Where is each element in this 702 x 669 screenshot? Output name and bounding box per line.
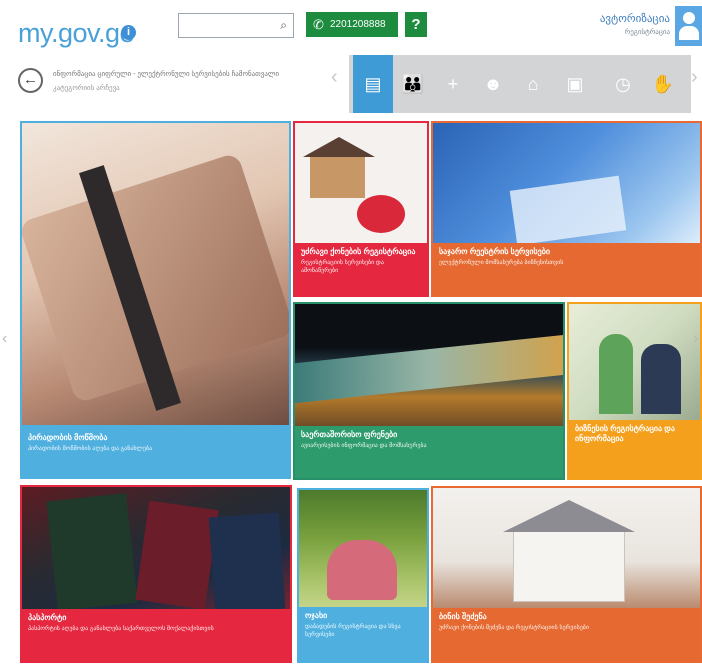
- house-roof: [303, 137, 375, 157]
- tile-subtitle: ელექტრონული მომსახურება ბიზნესისთვის: [439, 260, 564, 266]
- register-link[interactable]: რეგისტრაცია: [580, 28, 670, 36]
- avatar-body: [679, 26, 699, 40]
- hotline-number: 2201208888: [330, 19, 386, 30]
- health-plus-icon[interactable]: +: [435, 55, 471, 113]
- tile-image: [22, 123, 289, 425]
- tile-image: [22, 487, 290, 614]
- tile-title: საერთაშორისო ფრენები: [301, 430, 398, 439]
- search-box[interactable]: ⌕: [178, 13, 294, 38]
- family-icon[interactable]: 👪: [395, 55, 431, 113]
- tile-title: პირადობის მოწმობა: [28, 433, 108, 442]
- category-bar: ▤ 👪 + ☻ ⌂ ▣ ◷ ✋: [349, 55, 691, 113]
- slider-next-icon[interactable]: ›: [693, 330, 698, 348]
- tile-family[interactable]: ოჯახი დაბადების რეგისტრაცია და სხვა სერვ…: [297, 488, 429, 663]
- tile-public-registry[interactable]: საჯარო რეესტრის სერვისები ელექტრონული მო…: [431, 121, 702, 297]
- tile-business[interactable]: ბიზნესის რეგისტრაცია და ინფორმაცია: [567, 302, 702, 480]
- home-icon[interactable]: ⌂: [515, 55, 551, 113]
- tile-passport[interactable]: პასპორტი პასპორტის აღება და განახლება სა…: [20, 485, 292, 663]
- site-logo[interactable]: my.gov.ge: [18, 18, 135, 49]
- calculator-shape: [509, 175, 627, 246]
- tile-id-card[interactable]: პირადობის მოწმობა პირადობის მოწმობის აღე…: [20, 121, 291, 479]
- family-shape: [327, 540, 397, 600]
- hand-icon[interactable]: ✋: [645, 55, 681, 113]
- tile-subtitle: ავიარეისების ინფორმაცია და მომსახურება: [301, 443, 427, 449]
- tile-title: საჯარო რეესტრის სერვისები: [439, 247, 551, 256]
- phone-icon: ✆: [313, 17, 324, 32]
- tile-caption: საერთაშორისო ფრენები ავიარეისების ინფორმ…: [295, 426, 563, 478]
- tile-subtitle: პასპორტის აღება და განახლება საქართველოს…: [28, 626, 214, 632]
- user-avatar-icon[interactable]: [675, 6, 702, 46]
- tile-title: ბინის შეძენა: [439, 612, 487, 621]
- tile-title: ოჯახი: [305, 611, 328, 620]
- briefcase-icon[interactable]: ▣: [557, 55, 593, 113]
- tile-title: ბიზნესის რეგისტრაცია და ინფორმაცია: [575, 424, 675, 443]
- hotline-button[interactable]: ✆ 2201208888: [306, 12, 398, 37]
- breadcrumb-title: ინფორმაცია ციფრული - ელექტრონული სერვისე…: [53, 71, 279, 78]
- tile-home-purchase[interactable]: ბინის შეძენა უძრავი ქონების შეძენა და რე…: [431, 486, 702, 663]
- id-card-icon[interactable]: ▤: [353, 55, 393, 113]
- tile-title: უძრავი ქონების რეგისტრაცია: [301, 247, 416, 256]
- search-icon[interactable]: ⌕: [280, 18, 287, 33]
- mouse-shape: [357, 195, 405, 233]
- back-button[interactable]: ←: [18, 68, 43, 93]
- help-button[interactable]: ?: [405, 12, 427, 37]
- tile-image: [295, 123, 427, 245]
- person-shape: [599, 334, 633, 414]
- tile-caption: პასპორტი პასპორტის აღება და განახლება სა…: [22, 609, 290, 661]
- tile-caption: ბიზნესის რეგისტრაცია და ინფორმაცია: [569, 420, 700, 478]
- slider-prev-icon[interactable]: ‹: [2, 330, 7, 348]
- tile-caption: ბინის შეძენა უძრავი ქონების შეძენა და რე…: [433, 608, 700, 661]
- tile-subtitle: პირადობის მოწმობის აღება და განახლება: [28, 446, 153, 452]
- clock-icon[interactable]: ◷: [605, 55, 641, 113]
- tile-title: პასპორტი: [28, 613, 67, 622]
- terminal-shape: [295, 334, 563, 404]
- house-shape: [513, 528, 625, 602]
- tile-image: [433, 488, 700, 610]
- login-link[interactable]: ავტორიზაცია: [580, 12, 670, 25]
- search-input[interactable]: [182, 15, 276, 38]
- tile-caption: პირადობის მოწმობა პირადობის მოწმობის აღე…: [22, 425, 289, 477]
- passport-shape: [46, 493, 138, 611]
- tile-caption: საჯარო რეესტრის სერვისები ელექტრონული მო…: [433, 243, 700, 295]
- tile-image: [299, 490, 427, 611]
- people-icon[interactable]: ☻: [475, 55, 511, 113]
- tile-property-registration[interactable]: უძრავი ქონების რეგისტრაცია რეგისტრაციის …: [293, 121, 429, 297]
- tile-airport[interactable]: საერთაშორისო ფრენები ავიარეისების ინფორმ…: [293, 302, 565, 480]
- tile-subtitle: უძრავი ქონების შეძენა და რეგისტრაციის სე…: [439, 625, 589, 631]
- passport-shape: [208, 512, 286, 614]
- tile-image: [569, 304, 700, 422]
- tile-image: [295, 304, 563, 428]
- tile-caption: უძრავი ქონების რეგისტრაცია რეგისტრაციის …: [295, 243, 427, 295]
- tile-caption: ოჯახი დაბადების რეგისტრაცია და სხვა სერვ…: [299, 607, 427, 661]
- house-shape: [310, 153, 365, 198]
- person-shape: [641, 344, 681, 414]
- category-prev-icon[interactable]: ‹: [331, 66, 338, 89]
- tile-subtitle: დაბადების რეგისტრაცია და სხვა სერვისები: [305, 624, 401, 638]
- info-icon[interactable]: i: [121, 25, 136, 40]
- breadcrumb-subtitle[interactable]: კატეგორიის არჩევა: [53, 84, 120, 92]
- house-roof: [503, 500, 635, 532]
- tile-subtitle: რეგისტრაციის სერვისები და ამონაწერები: [301, 260, 384, 274]
- tile-image: [433, 123, 700, 246]
- avatar-head: [683, 12, 695, 24]
- passport-shape: [135, 500, 219, 610]
- category-next-icon[interactable]: ›: [691, 66, 698, 89]
